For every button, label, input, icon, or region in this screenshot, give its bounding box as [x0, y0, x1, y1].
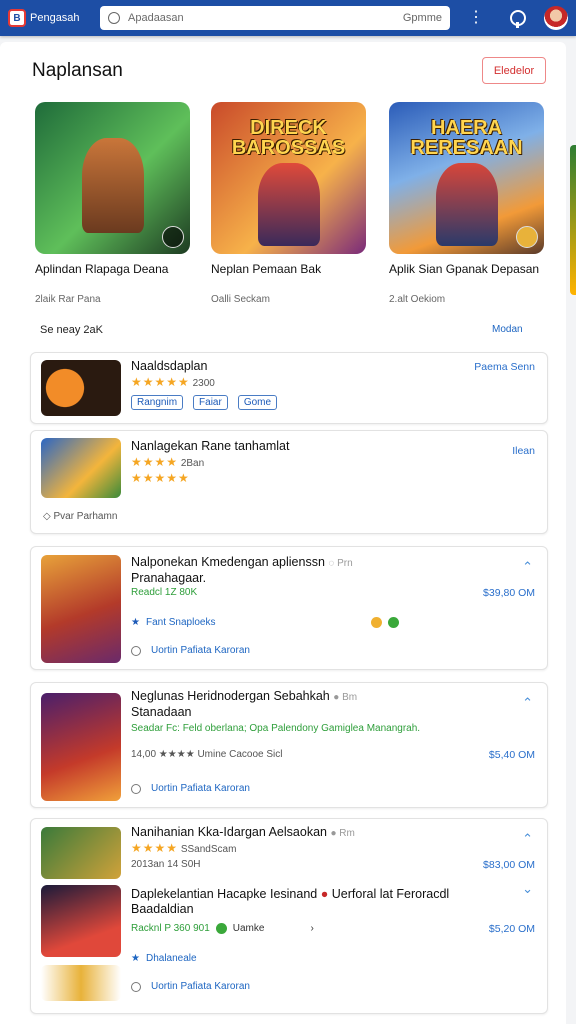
app-title: Naaldsdaplan — [131, 359, 208, 373]
rating-count: 2Ban — [180, 458, 205, 469]
featured-card[interactable]: HAERA RERESAAN Aplik Sian Gpanak Depasan… — [389, 102, 544, 305]
featured-name: Neplan Pemaan Bak — [211, 262, 322, 276]
app-title: Nanlagekan Rane tanhamlat — [131, 439, 290, 453]
search-placeholder: Apadaasan — [128, 12, 184, 24]
card-footer[interactable]: Uortin Pafiata Karoran — [131, 981, 250, 992]
list-item[interactable]: Nanihanian Kka-Idargan Aelsaokan ● Rm ★★… — [30, 818, 548, 1014]
card-description: Seadar Fc: Feld oberlana; Opa Palendony … — [131, 723, 421, 734]
search-input[interactable]: Apadaasan Gpmme — [100, 6, 450, 30]
app-thumbnail — [41, 360, 121, 416]
search-icon — [131, 645, 141, 656]
app-title: Daplekelantian Hacapke Iesinand ● Uerfor… — [131, 887, 450, 916]
more-link[interactable]: Modan — [492, 324, 523, 335]
featured-card[interactable]: DIRECK BAROSSAS Neplan Pemaan Bak Oalli … — [211, 102, 366, 305]
tag-line: ★ Dhalaneale — [131, 953, 197, 964]
more-vert-icon[interactable]: ⋮ — [468, 10, 484, 26]
app-title: Nalponekan Kmedengan aplienssn ◌ Prn Pra… — [131, 555, 353, 585]
price-label: $39,80 OM — [483, 587, 535, 599]
app-title: Neglunas Heridnodergan Sebahkah ● Bm Sta… — [131, 689, 358, 719]
chevron-up-icon[interactable]: ⌃ — [522, 831, 533, 847]
featured-image: HAERA RERESAAN — [389, 102, 544, 254]
featured-sub: 2.alt Oekiom — [389, 294, 446, 305]
card-rating: ★★★★ SSandScam — [131, 841, 237, 855]
list-item[interactable]: Nalponekan Kmedengan aplienssn ◌ Prn Pra… — [30, 546, 548, 670]
rating-count: 2300 — [192, 378, 215, 389]
app-thumbnail — [41, 885, 121, 957]
rating-stars: ★★★★ — [131, 455, 179, 469]
app-thumbnail — [41, 555, 121, 663]
emoji-icon — [371, 617, 383, 628]
avatar[interactable] — [544, 6, 568, 30]
featured-logo: HAERA RERESAAN — [410, 117, 523, 159]
emoji-icon — [215, 923, 227, 934]
featured-image: DIRECK BAROSSAS — [211, 102, 366, 254]
help-icon[interactable] — [510, 10, 526, 28]
price-label: $83,00 OM — [483, 859, 535, 871]
rating-stars: ★★★★★ — [131, 375, 190, 389]
price-label: Paema Senn — [474, 361, 535, 373]
tag-chip[interactable]: Gome — [237, 395, 278, 410]
chevron-down-icon[interactable]: ⌄ — [522, 881, 533, 897]
search-icon — [131, 783, 141, 794]
sort-label: Se neay 2aK — [40, 324, 103, 336]
price-label: $5,40 OM — [488, 749, 535, 761]
app-thumbnail — [41, 693, 121, 801]
rating-stars: ★★★★★ — [131, 471, 190, 485]
list-item[interactable]: Neglunas Heridnodergan Sebahkah ● Bm Sta… — [30, 682, 548, 808]
featured-sub: Oalli Seckam — [211, 294, 270, 305]
featured-name: Aplik Sian Gpanak Depasan — [389, 262, 540, 276]
main-panel: Naplansan Eledelor Aplindan Rlapaga Dean… — [0, 42, 576, 1024]
featured-card[interactable]: Aplindan Rlapaga Deana 2laik Rar Pana — [35, 102, 190, 305]
featured-name: Aplindan Rlapaga Deana — [35, 262, 169, 276]
featured-logo: DIRECK BAROSSAS — [231, 117, 346, 159]
app-thumbnail — [41, 827, 121, 879]
app-thumbnail — [41, 438, 121, 498]
price-label: $5,20 OM — [488, 923, 535, 935]
see-all-button[interactable]: Eledelor — [482, 57, 546, 84]
card-meta: 14,00 ★★★★ Umine Cacooe Sicl — [131, 749, 283, 760]
list-item[interactable]: Nanlagekan Rane tanhamlat ★★★★ 2Ban ★★★★… — [30, 430, 548, 534]
section-title: Naplansan — [32, 60, 123, 81]
tag-chip[interactable]: Faiar — [193, 395, 228, 410]
search-button[interactable]: Gpmme — [403, 12, 442, 24]
card-footer[interactable]: Uortin Pafiata Karoran — [131, 645, 250, 656]
tag-chip[interactable]: Rangnim — [131, 395, 184, 410]
game-badge-icon — [516, 226, 538, 248]
game-badge-icon — [162, 226, 184, 248]
app-logo-thumbnail — [41, 965, 121, 1001]
card-footer[interactable]: Uortin Pafiata Karoran — [131, 783, 250, 794]
price-label: Ilean — [512, 445, 535, 457]
app-logo[interactable]: B Pengasah — [8, 9, 94, 27]
chevron-up-icon[interactable]: ⌃ — [522, 559, 533, 575]
top-bar: B Pengasah Apadaasan Gpmme ⋮ — [0, 0, 576, 36]
green-meta: Readcl 1Z 80K — [131, 587, 198, 598]
app-title: Nanihanian Kka-Idargan Aelsaokan ● Rm — [131, 825, 355, 839]
card-meta: 2013an 14 S0H — [131, 859, 201, 870]
card-meta: Racknl P 360 901 Uamke › — [131, 923, 314, 934]
logo-icon: B — [8, 9, 26, 27]
emoji-icon — [388, 617, 400, 628]
card-subtitle: ◇ Pvar Parhamn — [43, 511, 118, 522]
search-icon — [131, 981, 141, 992]
featured-image — [35, 102, 190, 254]
list-item[interactable]: Naaldsdaplan ★★★★★ 2300 Rangnim Faiar Go… — [30, 352, 548, 424]
carousel-next-peek[interactable] — [570, 145, 576, 295]
search-icon — [108, 12, 120, 24]
featured-sub: 2laik Rar Pana — [35, 294, 101, 305]
tag-line: ★ Fant Snaploeks — [131, 617, 400, 628]
logo-text: Pengasah — [30, 12, 80, 24]
chevron-up-icon[interactable]: ⌃ — [522, 695, 533, 711]
